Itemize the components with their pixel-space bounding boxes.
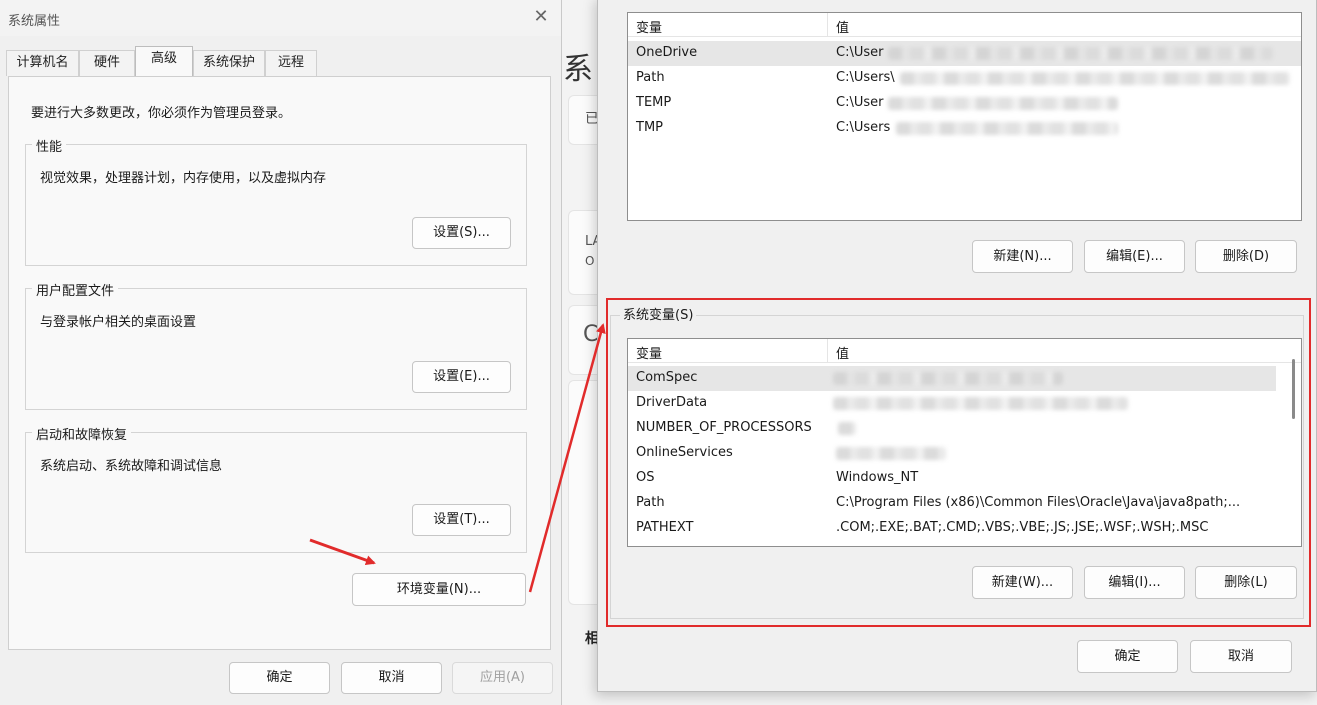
variable-name: OS: [636, 470, 655, 485]
variable-name: OnlineServices: [636, 445, 733, 460]
list-item[interactable]: TMP C:\Users: [628, 116, 1301, 141]
environment-variables-dialog: 变量 值 OneDrive C:\User Path C:\Users\ TEM…: [597, 0, 1317, 692]
list-item[interactable]: OneDrive C:\User: [628, 41, 1301, 66]
variable-value: C:\Users\: [836, 70, 895, 85]
performance-group: 性能 视觉效果，处理器计划，内存使用，以及虚拟内存 设置(S)...: [25, 136, 527, 266]
list-item[interactable]: ComSpec: [628, 366, 1276, 391]
variable-name: Path: [636, 70, 665, 85]
list-item[interactable]: PATHEXT .COM;.EXE;.BAT;.CMD;.VBS;.VBE;.J…: [628, 516, 1301, 541]
list-item[interactable]: Path C:\Users\: [628, 66, 1301, 91]
scrollbar-thumb[interactable]: [1292, 359, 1295, 419]
user-profiles-description: 与登录帐户相关的桌面设置: [40, 315, 197, 330]
user-delete-button[interactable]: 删除(D): [1195, 240, 1297, 273]
variable-name: DriverData: [636, 395, 708, 410]
close-icon[interactable]: ✕: [529, 6, 553, 30]
redacted-value: [833, 372, 1063, 385]
user-profiles-settings-button[interactable]: 设置(E)...: [412, 361, 511, 393]
dialog-title: 系统属性: [8, 14, 61, 29]
background-title: 系: [563, 52, 593, 87]
system-variables-label: 系统变量(S): [620, 304, 697, 323]
performance-description: 视觉效果，处理器计划，内存使用，以及虚拟内存: [40, 171, 327, 186]
variable-name: OneDrive: [636, 45, 698, 60]
variable-name: NUMBER_OF_PROCESSORS: [636, 420, 812, 435]
variable-value: C:\User: [836, 45, 884, 60]
user-variables-list[interactable]: 变量 值 OneDrive C:\User Path C:\Users\ TEM…: [627, 12, 1302, 221]
tab-hardware[interactable]: 硬件: [79, 50, 135, 76]
ok-button[interactable]: 确定: [1077, 640, 1178, 673]
system-new-button[interactable]: 新建(W)...: [972, 566, 1073, 599]
cancel-button[interactable]: 取消: [1190, 640, 1292, 673]
redacted-value: [888, 97, 1118, 110]
list-header: 变量 值: [628, 13, 1301, 37]
variable-name: ComSpec: [636, 370, 698, 385]
column-separator[interactable]: [827, 339, 828, 363]
tab-advanced[interactable]: 高级: [135, 46, 193, 76]
redacted-value: [896, 122, 1118, 135]
variable-name: Path: [636, 495, 665, 510]
redacted-value: [836, 447, 946, 460]
system-delete-button[interactable]: 删除(L): [1195, 566, 1297, 599]
value-column-header[interactable]: 值: [836, 17, 849, 36]
variable-value: C:\Users: [836, 120, 891, 135]
ok-button[interactable]: 确定: [229, 662, 330, 694]
user-edit-button[interactable]: 编辑(E)...: [1084, 240, 1185, 273]
advanced-tab-panel: 要进行大多数更改，你必须作为管理员登录。 性能 视觉效果，处理器计划，内存使用，…: [8, 76, 551, 650]
system-edit-button[interactable]: 编辑(I)...: [1084, 566, 1185, 599]
variable-value: C:\Program Files (x86)\Common Files\Orac…: [836, 495, 1241, 510]
system-properties-dialog: 系统属性 ✕ 计算机名 硬件 高级 系统保护 远程 要进行大多数更改，你必须作为…: [0, 0, 562, 705]
startup-recovery-group: 启动和故障恢复 系统启动、系统故障和调试信息 设置(T)...: [25, 424, 527, 553]
variable-value: .COM;.EXE;.BAT;.CMD;.VBS;.VBE;.JS;.JSE;.…: [836, 520, 1209, 535]
environment-variables-button[interactable]: 环境变量(N)...: [352, 573, 526, 606]
list-header: 变量 值: [628, 339, 1301, 363]
user-new-button[interactable]: 新建(N)...: [972, 240, 1073, 273]
variable-column-header[interactable]: 变量: [636, 343, 662, 362]
apply-button[interactable]: 应用(A): [452, 662, 553, 694]
tab-computer-name[interactable]: 计算机名: [6, 50, 79, 76]
performance-group-label: 性能: [32, 136, 67, 155]
variable-column-header[interactable]: 变量: [636, 17, 662, 36]
tab-system-protection[interactable]: 系统保护: [193, 50, 265, 76]
variable-name: TMP: [636, 120, 663, 135]
user-profiles-group-label: 用户配置文件: [32, 280, 119, 299]
title-bar: 系统属性 ✕: [0, 0, 561, 36]
redacted-value: [838, 422, 856, 435]
startup-recovery-group-label: 启动和故障恢复: [32, 424, 132, 443]
cancel-button[interactable]: 取消: [341, 662, 442, 694]
background-text: O: [585, 254, 595, 268]
variable-value: Windows_NT: [836, 470, 919, 485]
list-item[interactable]: DriverData: [628, 391, 1301, 416]
startup-recovery-settings-button[interactable]: 设置(T)...: [412, 504, 511, 536]
list-item[interactable]: OnlineServices: [628, 441, 1301, 466]
system-variables-list[interactable]: 变量 值 ComSpec DriverData NUMBER_OF_PROCES…: [627, 338, 1302, 547]
redacted-value: [900, 72, 1290, 85]
redacted-value: [833, 397, 1128, 410]
list-item[interactable]: NUMBER_OF_PROCESSORS: [628, 416, 1301, 441]
variable-name: PATHEXT: [636, 520, 694, 535]
list-item[interactable]: OS Windows_NT: [628, 466, 1301, 491]
redacted-value: [888, 47, 1273, 60]
user-profiles-group: 用户配置文件 与登录帐户相关的桌面设置 设置(E)...: [25, 280, 527, 410]
performance-settings-button[interactable]: 设置(S)...: [412, 217, 511, 249]
column-separator[interactable]: [827, 13, 828, 37]
list-item[interactable]: TEMP C:\User: [628, 91, 1301, 116]
tab-remote[interactable]: 远程: [265, 50, 317, 76]
startup-recovery-description: 系统启动、系统故障和调试信息: [40, 459, 223, 474]
value-column-header[interactable]: 值: [836, 343, 849, 362]
variable-value: C:\User: [836, 95, 884, 110]
list-item[interactable]: Path C:\Program Files (x86)\Common Files…: [628, 491, 1301, 516]
variable-name: TEMP: [636, 95, 672, 110]
admin-notice: 要进行大多数更改，你必须作为管理员登录。: [31, 106, 292, 121]
